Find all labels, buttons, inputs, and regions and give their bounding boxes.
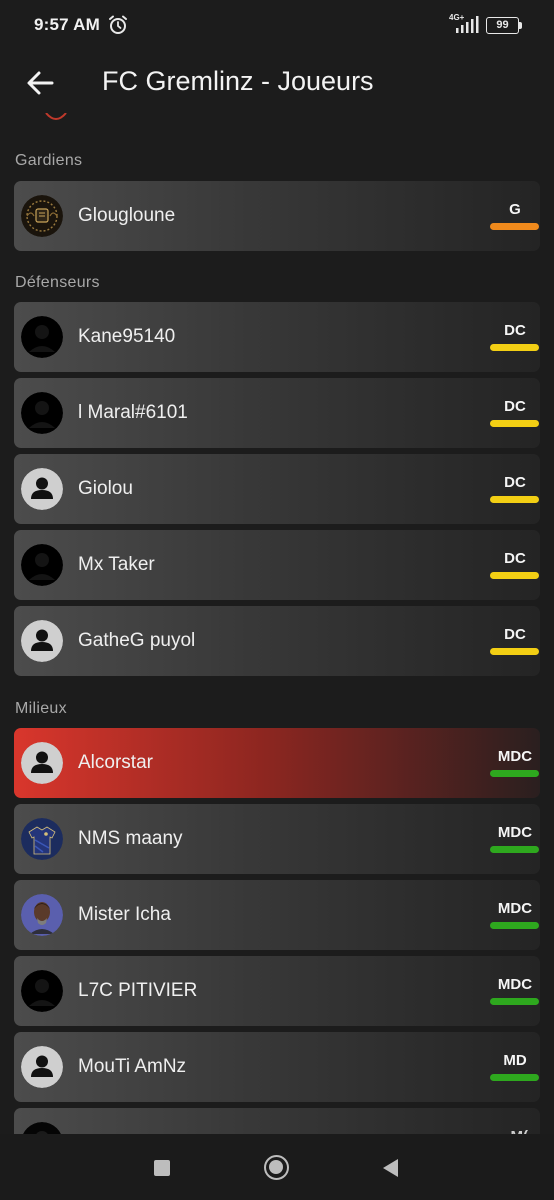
player-name: Mx Taker <box>78 554 155 575</box>
battery-tip <box>519 22 522 29</box>
position-color-bar <box>490 846 539 853</box>
position-badge: DC <box>504 398 526 415</box>
avatar <box>21 1046 63 1088</box>
signal-icon <box>456 16 479 33</box>
back-arrow-icon[interactable] <box>22 66 58 100</box>
battery-icon: 99 <box>486 17 519 34</box>
player-name: Glougloune <box>78 205 176 226</box>
position-color-bar <box>490 770 539 777</box>
position-badge: DC <box>504 550 526 567</box>
alarm-icon <box>109 15 127 34</box>
player-name: Kane95140 <box>78 326 176 347</box>
position-badge: G <box>509 201 521 218</box>
status-bar: 9:57 AM 4G+ 99 <box>0 0 554 50</box>
avatar <box>21 894 63 936</box>
section-header-defenders: Défenseurs <box>15 274 100 291</box>
position-badge: MDC <box>497 900 533 917</box>
screen: 9:57 AM 4G+ 99 FC Gremlinz - Joueurs Gar… <box>0 0 554 1200</box>
position-color-bar <box>490 998 539 1005</box>
position-badge: DC <box>504 322 526 339</box>
position-badge: MDC <box>497 824 533 841</box>
scrolled-avatar-edge <box>45 113 67 120</box>
battery-level: 99 <box>496 19 509 31</box>
player-row[interactable]: L7C PITIVIER MDC <box>14 956 540 1026</box>
player-list[interactable]: Gardiens Défenseurs Milieux Glougloune G K… <box>0 124 554 1134</box>
player-row[interactable]: Mx Taker DC <box>14 530 540 600</box>
player-row-partial[interactable]: M( <box>14 1108 540 1134</box>
player-row[interactable]: Glougloune G <box>14 181 540 251</box>
player-name: Mister Icha <box>78 904 171 925</box>
player-name: L7C PITIVIER <box>78 980 198 1001</box>
player-row[interactable]: Kane95140 DC <box>14 302 540 372</box>
position-badge: MDC <box>497 748 533 765</box>
position-color-bar <box>490 648 539 655</box>
position-color-bar <box>490 420 539 427</box>
player-name: NMS maany <box>78 828 183 849</box>
position-badge: MD <box>503 1052 527 1069</box>
player-name: Giolou <box>78 478 133 499</box>
avatar <box>21 195 63 237</box>
back-triangle-icon[interactable] <box>380 1157 400 1179</box>
position-color-bar <box>490 344 539 351</box>
position-badge: DC <box>504 474 526 491</box>
player-row[interactable]: l Maral#6101 DC <box>14 378 540 448</box>
avatar <box>21 818 63 860</box>
player-name: Alcorstar <box>78 752 153 773</box>
status-time: 9:57 AM <box>34 15 100 34</box>
player-row[interactable]: MouTi AmNz MD <box>14 1032 540 1102</box>
position-badge: MDC <box>497 976 533 993</box>
player-row[interactable]: GatheG puyol DC <box>14 606 540 676</box>
app-bar: FC Gremlinz - Joueurs <box>0 50 554 116</box>
player-name: l Maral#6101 <box>78 402 188 423</box>
position-color-bar <box>490 223 539 230</box>
player-row[interactable]: Mister Icha MDC <box>14 880 540 950</box>
position-color-bar <box>490 496 539 503</box>
section-header-goalkeepers: Gardiens <box>15 152 83 169</box>
player-name: MouTi AmNz <box>78 1056 187 1077</box>
player-row[interactable]: NMS maany MDC <box>14 804 540 874</box>
avatar <box>21 970 63 1012</box>
avatar <box>21 620 63 662</box>
avatar <box>21 742 63 784</box>
avatar <box>21 392 63 434</box>
position-color-bar <box>490 922 539 929</box>
player-row[interactable]: Alcorstar MDC <box>14 728 540 798</box>
avatar <box>21 544 63 586</box>
avatar <box>21 316 63 358</box>
position-badge: DC <box>504 626 526 643</box>
position-color-bar <box>490 572 539 579</box>
system-nav-bar <box>0 1134 554 1200</box>
position-color-bar <box>490 1074 539 1081</box>
section-header-midfielders: Milieux <box>15 700 67 717</box>
recent-apps-icon[interactable] <box>154 1160 170 1176</box>
avatar <box>21 468 63 510</box>
avatar <box>23 1122 61 1134</box>
player-name: GatheG puyol <box>78 630 196 651</box>
home-icon[interactable] <box>264 1155 289 1180</box>
page-title: FC Gremlinz - Joueurs <box>102 66 374 96</box>
player-row[interactable]: Giolou DC <box>14 454 540 524</box>
